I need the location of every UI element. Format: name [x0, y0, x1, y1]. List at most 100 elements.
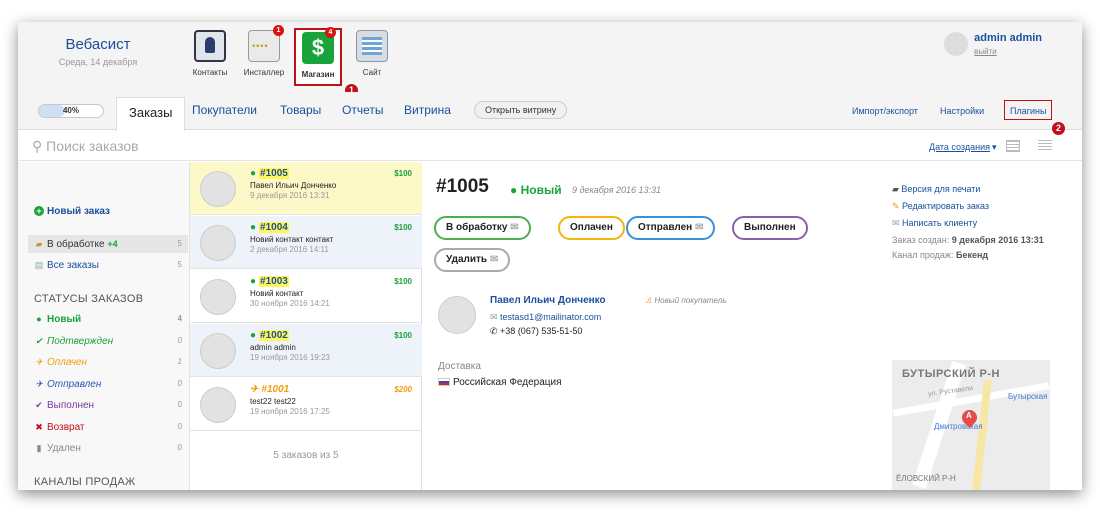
order-number-text: #1002 — [259, 330, 289, 341]
check-icon: ✔ — [35, 336, 43, 346]
status-label: Новый — [520, 183, 562, 197]
sort-dropdown[interactable]: Дата создания — [929, 142, 990, 152]
search-input[interactable]: ⚲ Поиск заказов — [32, 138, 139, 155]
delete-button[interactable]: Удалить ✉ — [434, 248, 511, 272]
send-icon: ✈ — [35, 379, 43, 389]
map-metro: Дмитровская — [934, 422, 983, 431]
sidebar-item-status-deleted[interactable]: ▮ Удален 0 — [28, 439, 188, 457]
avatar[interactable] — [944, 32, 969, 56]
pencil-icon: ✎ — [892, 201, 903, 211]
delivery-map[interactable]: БУТЫРСКИЙ Р-Н ул. Руставели Бутырская Дм… — [892, 360, 1050, 490]
order-row[interactable]: ● #1005 Павел Ильич Донченко 9 декабря 20… — [190, 162, 422, 215]
plane-icon: ✈ — [250, 384, 259, 395]
sidebar-item-status-paid[interactable]: ✈ Оплачен 1 — [28, 353, 188, 371]
order-customer: Павел Ильич Донченко — [250, 181, 337, 190]
country-text: Российская Федерация — [453, 377, 562, 388]
button-label: В обработку — [446, 222, 508, 233]
list-icon: ▤ — [34, 260, 44, 270]
plugins-link[interactable]: Плагины — [1010, 106, 1046, 116]
sidebar-item-status-confirmed[interactable]: ✔ Подтвержден 0 — [28, 332, 188, 350]
mail-icon: ✉ — [510, 222, 519, 233]
map-district-bottom: ЁЛОВСКИЙ Р-Н — [896, 474, 956, 483]
printer-icon: ▰ — [892, 184, 902, 194]
site-icon — [356, 30, 388, 62]
list-view-icon[interactable] — [1038, 140, 1052, 152]
app-shop[interactable]: $ 4 Магазин — [294, 27, 342, 86]
tab-products[interactable]: Товары — [280, 103, 321, 117]
split-view-icon[interactable] — [1006, 140, 1020, 152]
sales-channel-meta: Канал продаж: Бекенд — [892, 249, 1072, 262]
print-link[interactable]: ▰ Версия для печати — [892, 181, 1072, 198]
sidebar-item-all-orders[interactable]: ▤ Все заказы 5 — [28, 256, 188, 274]
meta-value: Бекенд — [955, 250, 989, 260]
tab-orders[interactable]: Заказы — [116, 97, 186, 131]
app-badge: 4 — [325, 27, 336, 38]
sidebar-item-label: Подтвержден — [47, 336, 114, 347]
phone-text: +38 (067) 535-51-50 — [500, 326, 583, 336]
order-customer: Новий контакт контакт — [250, 235, 334, 244]
tab-reports[interactable]: Отчеты — [342, 103, 383, 117]
app-label: Сайт — [362, 68, 382, 77]
customer-tag: ♙ Новый покупатель — [645, 296, 726, 305]
new-count-badge: +4 — [107, 239, 118, 249]
customer-name[interactable]: Павел Ильич Донченко — [490, 295, 606, 306]
user-icon: ♙ — [645, 296, 655, 305]
delivery-country: Российская Федерация — [438, 377, 562, 388]
to-processing-button[interactable]: В обработку ✉ — [434, 216, 531, 240]
import-export-link[interactable]: Импорт/экспорт — [852, 106, 918, 116]
mail-icon: ✉ — [490, 312, 501, 322]
avatar — [200, 333, 236, 369]
order-date: 19 ноября 2016 17:25 — [250, 407, 330, 416]
mail-icon: ✉ — [489, 254, 499, 265]
folder-icon: ▰ — [35, 239, 43, 249]
avatar — [200, 225, 236, 261]
avatar — [438, 296, 476, 334]
search-placeholder: Поиск заказов — [46, 138, 139, 154]
sidebar-item-count: 0 — [177, 400, 182, 409]
plus-icon: + — [34, 206, 44, 216]
brand[interactable]: Вебасист Среда, 14 декабря — [38, 36, 158, 67]
settings-link[interactable]: Настройки — [940, 106, 984, 116]
order-row[interactable]: ● #1002 admin admin 19 ноября 2016 19:23 … — [190, 324, 422, 377]
shipped-button[interactable]: Отправлен ✉ — [626, 216, 716, 240]
sidebar-item-status-new[interactable]: ● Новый 4 — [28, 310, 188, 328]
tag-label: Новый покупатель — [654, 296, 727, 305]
tab-customers[interactable]: Покупатели — [192, 103, 257, 117]
open-storefront-button[interactable]: Открыть витрину — [474, 101, 568, 119]
sidebar-item-count: 5 — [177, 239, 182, 248]
write-customer-link[interactable]: ✉ Написать клиенту — [892, 215, 1072, 232]
delivery-title: Доставка — [438, 361, 481, 372]
app-contacts[interactable]: Контакты — [186, 28, 234, 86]
app-badge: 1 — [273, 25, 284, 36]
paid-button[interactable]: Оплачен — [558, 216, 625, 240]
order-date: 9 декабря 2016 13:31 — [250, 191, 330, 200]
chevron-down-icon[interactable]: ▾ — [992, 142, 997, 153]
map-district: БУТЫРСКИЙ Р-Н — [902, 368, 1000, 380]
email-text: testasd1@mailinator.com — [500, 312, 602, 322]
setup-progress[interactable]: 40% — [38, 104, 104, 118]
order-row[interactable]: ● #1004 Новий контакт контакт 2 декабря 2… — [190, 216, 422, 269]
order-sum: $100 — [394, 331, 412, 340]
statuses-title: СТАТУСЫ ЗАКАЗОВ — [34, 293, 144, 305]
sidebar-item-status-refund[interactable]: ✖ Возврат 0 — [28, 418, 188, 436]
sidebar-item-status-shipped[interactable]: ✈ Отправлен 0 — [28, 375, 188, 393]
edit-order-link[interactable]: ✎ Редактировать заказ — [892, 198, 1072, 215]
app-site[interactable]: Сайт — [348, 28, 396, 86]
sidebar-item-label: Оплачен — [47, 357, 88, 368]
customer-email[interactable]: ✉ testasd1@mailinator.com — [490, 312, 601, 323]
new-order-button[interactable]: + Новый заказ — [34, 206, 110, 217]
order-sum: $200 — [394, 385, 412, 394]
user-name[interactable]: admin admin — [974, 32, 1042, 44]
sidebar-item-processing[interactable]: ▰ В обработке +4 5 — [28, 235, 188, 253]
user-menu[interactable]: admin admin выйти — [944, 32, 1042, 56]
logout-link[interactable]: выйти — [974, 47, 1042, 56]
map-metro: Бутырская — [1008, 392, 1048, 401]
link-label: Написать клиенту — [902, 218, 978, 228]
sidebar-item-status-completed[interactable]: ✔ Выполнен 0 — [28, 396, 188, 414]
tab-storefront[interactable]: Витрина — [404, 103, 451, 117]
app-window: Вебасист Среда, 14 декабря Контакты 1 Ин… — [18, 22, 1082, 490]
completed-button[interactable]: Выполнен — [732, 216, 808, 240]
order-row[interactable]: ● #1003 Новий контакт 30 ноября 2016 14:2… — [190, 270, 422, 323]
order-row[interactable]: ✈ #1001 test22 test22 19 ноября 2016 17:2… — [190, 378, 422, 431]
app-installer[interactable]: 1 Инсталлер — [240, 25, 288, 86]
